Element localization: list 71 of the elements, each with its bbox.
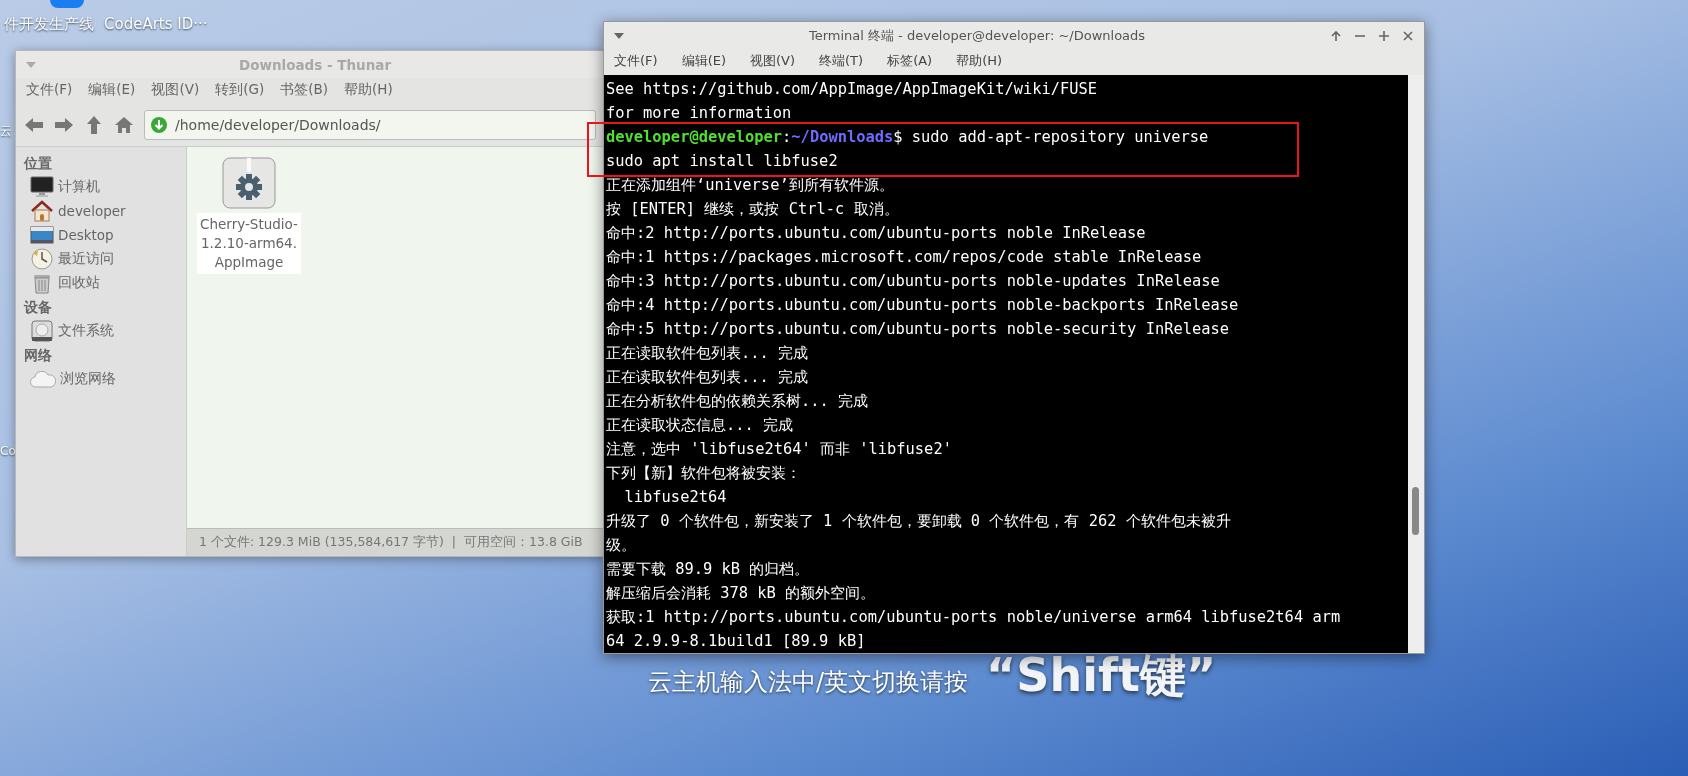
terminal-output-line: 注意，选中 'libfuse2t64' 而非 'libfuse2' <box>606 439 953 460</box>
close-icon[interactable] <box>1402 30 1414 42</box>
window-title: Terminal 终端 - developer@developer: ~/Downloads <box>807 27 1147 45</box>
terminal-output-line: libfuse2t64 <box>623 487 728 508</box>
terminal-output-line: 正在读取软件包列表... 完成 <box>606 367 810 388</box>
menu-item[interactable]: 书签(B) <box>280 81 328 99</box>
sidebar-item[interactable]: 文件系统 <box>58 322 114 340</box>
terminal-output-line: 解压缩后会消耗 378 kB 的额外空间。 <box>606 583 877 604</box>
house-icon <box>30 200 54 222</box>
terminal-output-line: for more information <box>606 103 793 124</box>
gear-file-icon[interactable] <box>221 155 277 211</box>
sidebar-item[interactable]: 浏览网络 <box>60 370 116 388</box>
file-name[interactable]: Cherry-Studio-1.2.10-arm64.AppImage <box>197 213 301 274</box>
terminal-output-line: 按 [ENTER] 继续，或按 Ctrl-c 取消。 <box>606 199 900 220</box>
terminal-output-line: 64 2.9.9-8.1build1 [89.9 kB] <box>606 631 867 652</box>
menu-item[interactable]: 文件(F) <box>26 81 73 99</box>
home-icon[interactable] <box>114 115 134 135</box>
sidebar-section-title: 设备 <box>22 298 53 317</box>
terminal-output-line: 下列【新】软件包将被安装： <box>606 463 802 484</box>
hard-drive-icon <box>30 320 54 342</box>
terminal-output-line: 级。 <box>606 535 637 556</box>
terminal-output-line: 获取:1 http://ports.ubuntu.com/ubuntu-ports noble/universe arm64 libfuse2t64 arm <box>606 607 1342 628</box>
menu-item[interactable]: 标签(A) <box>887 52 933 70</box>
sidebar-item[interactable]: 回收站 <box>58 274 100 292</box>
terminal-output-line: 正在分析软件包的依赖关系树... 完成 <box>606 391 870 412</box>
menu-item[interactable]: 视图(V) <box>750 52 796 70</box>
maximize-icon[interactable] <box>1378 30 1390 42</box>
location-field[interactable]: /home/developer/Downloads/ <box>144 110 596 140</box>
sidebar-section-title: 网络 <box>23 346 53 365</box>
status-bar: 1 个文件: 129.3 MiB (135,584,617 字节) | 可用空间：13.8 GiB <box>187 528 604 556</box>
terminal-output-line: 命中:1 https://packages.microsoft.com/repos/code stable InRelease <box>606 247 1203 268</box>
download-icon <box>151 117 167 133</box>
desktop-icon <box>30 224 54 246</box>
sidebar-item[interactable]: Desktop <box>58 227 114 243</box>
terminal-output-line: 命中:2 http://ports.ubuntu.com/ubuntu-ports noble InRelease <box>606 223 1147 244</box>
sidebar-item[interactable]: 计算机 <box>58 178 100 196</box>
terminal-output-line: 升级了 0 个软件包，新安装了 1 个软件包，要卸载 0 个软件包，有 262 个软件包未被升 <box>606 511 1232 532</box>
sidebar-item[interactable]: developer <box>58 203 126 219</box>
monitor-icon <box>30 176 54 198</box>
up-arrow-icon[interactable] <box>84 115 104 135</box>
scrollbar-thumb[interactable] <box>1412 487 1419 535</box>
menu-item[interactable]: 帮助(H) <box>343 81 393 99</box>
terminal-output-line: 需要下载 89.9 kB 的归档。 <box>606 559 811 580</box>
cloud-icon <box>30 369 56 389</box>
clock-icon <box>30 248 54 270</box>
shift-key-hint: “Shift键” <box>986 652 1217 698</box>
up-arrow-icon[interactable] <box>1330 30 1342 42</box>
menu-item[interactable]: 编辑(E) <box>681 52 726 70</box>
menu-item[interactable]: 终端(T) <box>819 52 864 70</box>
terminal-output-line: See https://github.com/AppImage/AppImageKit/wiki/FUSE <box>606 79 1099 100</box>
dropdown-caret-icon[interactable] <box>614 33 624 39</box>
menu-item[interactable]: 编辑(E) <box>88 81 136 99</box>
terminal-output-line: 命中:3 http://ports.ubuntu.com/ubuntu-ports noble-updates InRelease <box>606 271 1221 292</box>
terminal-output-line: 命中:4 http://ports.ubuntu.com/ubuntu-ports noble-backports InRelease <box>606 295 1240 316</box>
sidebar-section-title: 位置 <box>23 154 53 173</box>
menu-item[interactable]: 转到(G) <box>215 81 265 99</box>
menu-item[interactable]: 文件(F) <box>614 52 658 70</box>
command-line: developer@developer:~/Downloads$ sudo add-apt-repository universe <box>606 127 1210 148</box>
menu-item[interactable]: 视图(V) <box>151 81 200 99</box>
menu-item[interactable]: 帮助(H) <box>956 52 1003 70</box>
back-arrow-icon[interactable] <box>24 115 44 135</box>
terminal-output-line: 正在添加组件‘universe’到所有软件源。 <box>606 175 895 196</box>
forward-arrow-icon[interactable] <box>54 115 74 135</box>
terminal-output-line: 正在读取软件包列表... 完成 <box>606 343 810 364</box>
app-icon[interactable] <box>50 0 84 8</box>
terminal-output-line: 命中:5 http://ports.ubuntu.com/ubuntu-ports noble-security InRelease <box>606 319 1231 340</box>
window-title: Downloads - Thunar <box>238 56 392 73</box>
sidebar-item[interactable]: 最近访问 <box>58 250 114 268</box>
terminal-output-line: 正在读取状态信息... 完成 <box>606 415 795 436</box>
input-method-hint: 云主机输入法中/英文切换请按 <box>648 667 969 698</box>
terminal-output-line: sudo apt install libfuse2 <box>606 151 839 172</box>
